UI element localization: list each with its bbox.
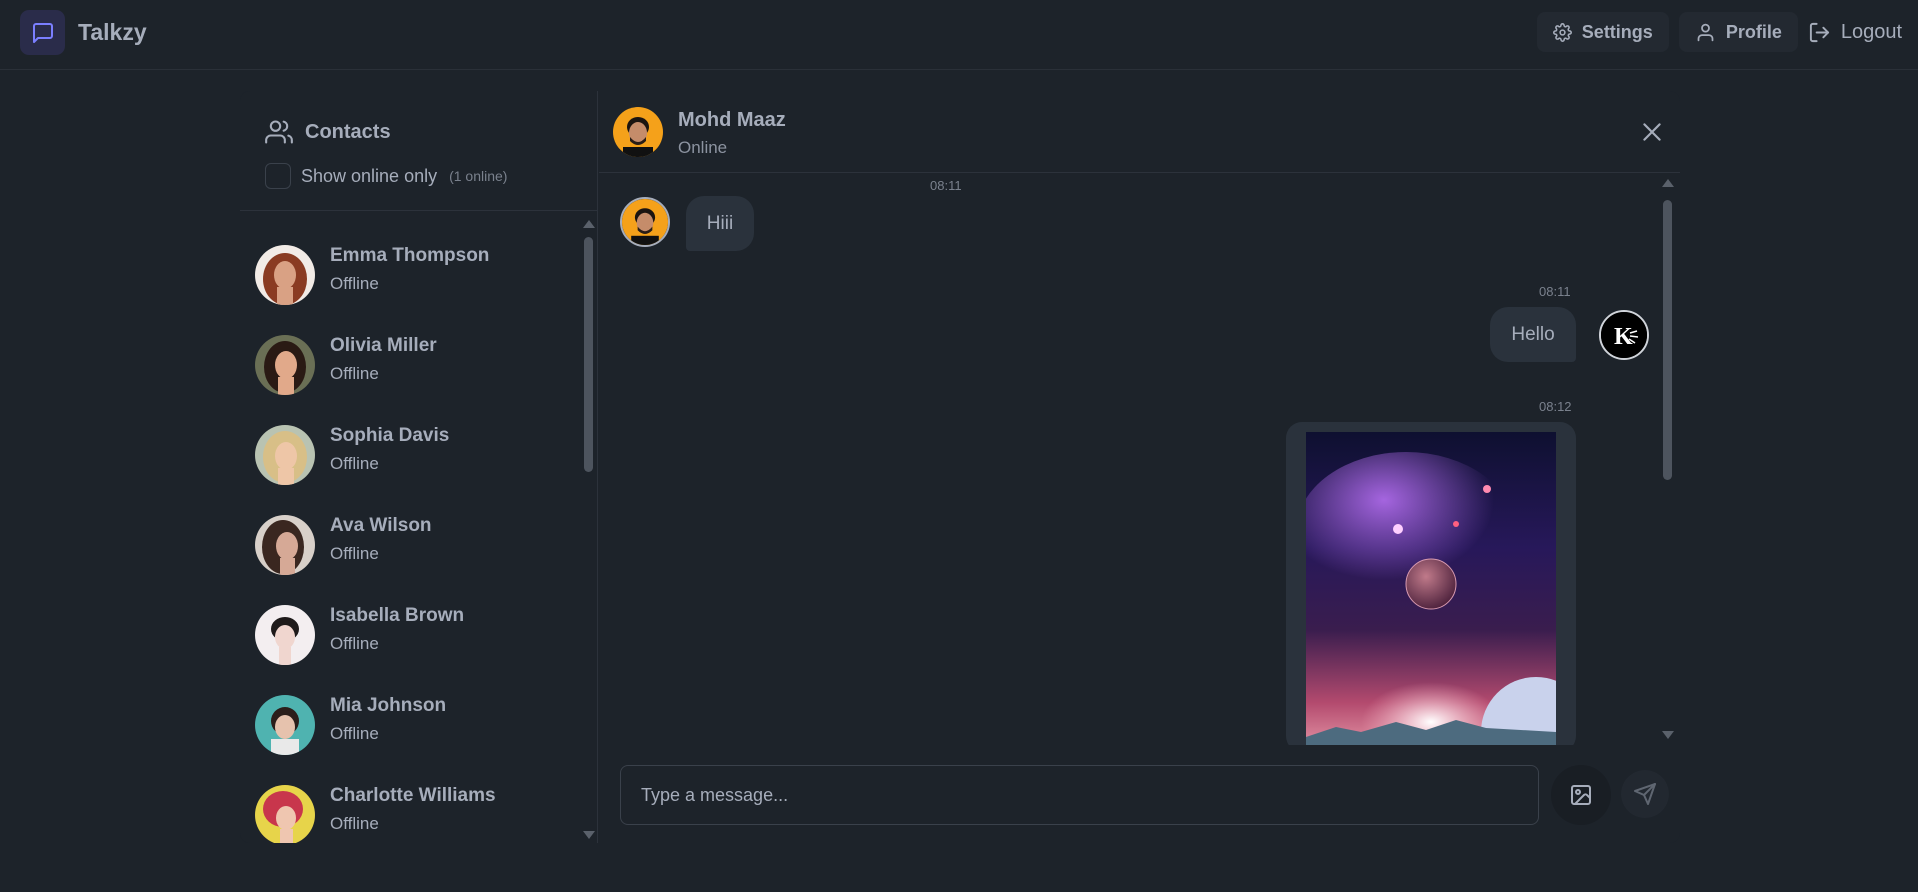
chat-container: Contacts Show online only (1 online) Emm… — [240, 91, 1680, 843]
message-input[interactable] — [620, 765, 1539, 825]
contact-status: Offline — [330, 814, 379, 833]
contacts-scrollbar[interactable] — [582, 212, 595, 843]
avatar: K — [1599, 310, 1649, 360]
contacts-sidebar: Contacts Show online only (1 online) Emm… — [240, 91, 598, 843]
message-square-icon — [20, 10, 65, 55]
avatar — [255, 605, 315, 665]
attach-image-button[interactable] — [1551, 765, 1611, 825]
settings-label: Settings — [1581, 21, 1653, 42]
image-message[interactable] — [1286, 422, 1576, 745]
messages-scrollbar[interactable] — [1661, 174, 1675, 745]
settings-button[interactable]: Settings — [1536, 12, 1669, 52]
sidebar-header: Contacts Show online only (1 online) — [240, 91, 598, 211]
avatar — [255, 515, 315, 575]
contact-status: Offline — [330, 274, 379, 293]
navbar: Talkzy Settings Profile Logout — [0, 0, 1918, 70]
contact-status: Offline — [330, 364, 379, 383]
contact-status: Offline — [330, 544, 379, 563]
contact-item[interactable]: Ava Wilson Offline — [240, 502, 585, 590]
contacts-title: Contacts — [305, 120, 391, 143]
online-count: (1 online) — [449, 168, 508, 184]
scroll-down-arrow-icon[interactable] — [583, 831, 595, 839]
message-list: 08:11 Hiii 08:11 Hello K 08:12 — [599, 174, 1680, 745]
scroll-thumb[interactable] — [1663, 200, 1672, 480]
gear-icon — [1552, 22, 1572, 42]
show-online-checkbox[interactable] — [265, 163, 291, 189]
contact-status: Offline — [330, 634, 379, 653]
users-icon — [265, 120, 293, 144]
avatar — [255, 335, 315, 395]
contact-item[interactable]: Mia Johnson Offline — [240, 682, 585, 770]
send-button[interactable] — [1621, 770, 1669, 818]
avatar — [613, 107, 663, 157]
chat-panel: Mohd Maaz Online 08:11 Hiii 08:11 Hello … — [599, 91, 1680, 843]
chat-contact-name: Mohd Maaz — [678, 109, 786, 131]
space-image — [1306, 432, 1556, 745]
contact-item[interactable]: Sophia Davis Offline — [240, 412, 585, 500]
scroll-thumb[interactable] — [584, 237, 593, 472]
message-time: 08:11 — [1539, 284, 1571, 299]
message-text: Hello — [1511, 323, 1555, 345]
contact-status: Offline — [330, 454, 379, 473]
user-icon — [1697, 23, 1714, 41]
chat-header: Mohd Maaz Online — [599, 91, 1680, 173]
message-bubble: Hello — [1490, 307, 1576, 362]
logout-label: Logout — [1840, 20, 1902, 43]
avatar — [255, 695, 315, 755]
contact-name: Ava Wilson — [330, 515, 432, 536]
show-online-label[interactable]: Show online only — [301, 166, 437, 187]
message-time: 08:11 — [930, 178, 962, 193]
scroll-down-arrow-icon[interactable] — [1662, 731, 1674, 739]
contact-name: Sophia Davis — [330, 425, 450, 446]
contact-item[interactable]: Isabella Brown Offline — [240, 592, 585, 680]
message-text: Hiii — [706, 212, 734, 234]
contact-name: Mia Johnson — [330, 695, 447, 716]
app-name: Talkzy — [78, 19, 147, 45]
profile-button[interactable]: Profile — [1678, 12, 1798, 52]
scroll-up-arrow-icon[interactable] — [1662, 179, 1674, 187]
message-composer — [599, 746, 1680, 843]
image-icon — [1571, 785, 1591, 805]
send-icon — [1634, 783, 1656, 805]
contact-item[interactable]: Charlotte Williams Offline — [240, 772, 585, 843]
brand[interactable]: Talkzy — [20, 10, 147, 55]
chat-contact-status: Online — [678, 138, 728, 157]
message-time: 08:12 — [1539, 399, 1572, 414]
close-icon[interactable] — [1639, 119, 1665, 145]
avatar — [255, 425, 315, 485]
svg-text:K: K — [1614, 324, 1633, 350]
contact-name: Isabella Brown — [330, 605, 465, 626]
logout-icon — [1809, 22, 1829, 42]
contact-name: Charlotte Williams — [330, 785, 496, 806]
scroll-up-arrow-icon[interactable] — [583, 220, 595, 228]
contact-list: Emma Thompson Offline Olivia Miller Offl… — [240, 212, 585, 843]
contact-item[interactable]: Emma Thompson Offline — [240, 232, 585, 320]
contact-item[interactable]: Olivia Miller Offline — [240, 322, 585, 410]
message-bubble: Hiii — [686, 196, 754, 251]
avatar — [255, 245, 315, 305]
avatar — [620, 197, 670, 247]
contact-name: Emma Thompson — [330, 245, 490, 266]
logout-button[interactable]: Logout — [1808, 12, 1902, 52]
contact-name: Olivia Miller — [330, 335, 437, 356]
contact-status: Offline — [330, 724, 379, 743]
avatar — [255, 785, 315, 843]
profile-label: Profile — [1725, 21, 1782, 42]
